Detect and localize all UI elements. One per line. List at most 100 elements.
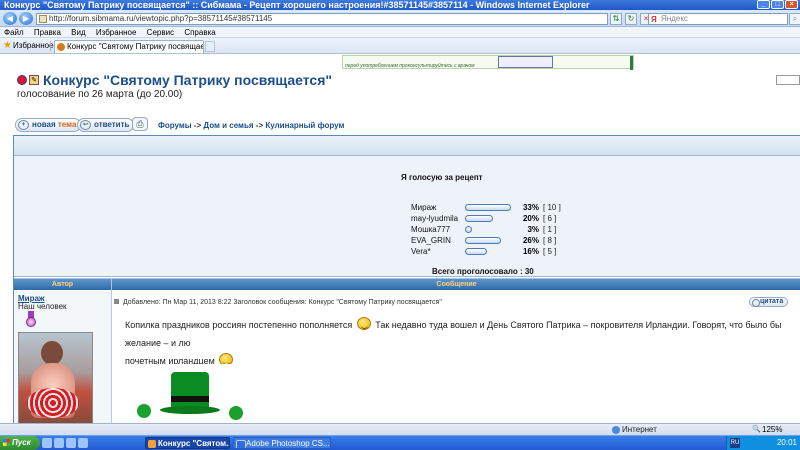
poll-option-name: Vera* <box>411 247 431 256</box>
address-input[interactable]: http://forum.sibmama.ru/viewtopic.php?p=… <box>36 13 608 25</box>
menu-file[interactable]: Файл <box>4 28 24 37</box>
post-link-icon[interactable] <box>114 299 119 304</box>
refresh-icon[interactable]: ↻ <box>625 13 637 25</box>
poll-bar <box>465 226 472 233</box>
clock: 20:01 <box>776 438 797 447</box>
poll-option-name: Мошка777 <box>411 225 451 234</box>
topic-frame: Я голосую за рецепт Мираж 33% [ 10 ] may-ly… <box>13 135 800 423</box>
post-message-cell: Добавлено: Пн Мар 11, 2013 8:22 Заголово… <box>112 291 800 423</box>
ie-icon[interactable] <box>42 438 52 448</box>
poll-question: Я голосую за рецепт <box>401 173 483 182</box>
side-widget[interactable] <box>776 75 800 85</box>
browser-tab[interactable]: Конкурс "Святому Патрику посвящается" :.… <box>54 40 204 53</box>
new-topic-button[interactable]: + новая тема <box>15 118 82 132</box>
menu-favorites[interactable]: Избранное <box>96 28 137 37</box>
close-button[interactable]: × <box>785 0 798 9</box>
reply-icon: ↩ <box>80 120 91 130</box>
ad-banner[interactable]: перед употреблением проконсультируйтесь … <box>342 55 634 70</box>
poll-percent: 16% <box>522 247 539 256</box>
topic-edit-icon: ✎ <box>29 75 39 85</box>
folder-icon[interactable] <box>66 438 76 448</box>
page-content: перед употреблением проконсультируйтесь … <box>0 55 800 423</box>
page-title[interactable]: Конкурс "Святому Патрику посвящается" <box>43 72 332 88</box>
start-button[interactable]: Пуск <box>0 436 40 450</box>
poll-vote-count: [ 8 ] <box>543 236 557 245</box>
status-bar: Интернет 125% <box>0 423 800 436</box>
breadcrumb-home-family[interactable]: Дом и семья <box>203 121 253 130</box>
avatar <box>18 332 93 423</box>
menu-bar: Файл Правка Вид Избранное Сервис Справка <box>0 27 800 38</box>
back-button[interactable]: ◀ <box>3 12 17 25</box>
post-meta: Добавлено: Пн Мар 11, 2013 8:22 Заголово… <box>114 299 442 306</box>
page-icon <box>39 15 47 23</box>
new-tab-button[interactable] <box>205 41 215 52</box>
language-indicator[interactable]: RU <box>730 438 740 448</box>
address-tools: ⇅ ↻ × <box>610 13 652 25</box>
message-column-header: Сообщение <box>436 281 477 288</box>
address-toolbar: ◀ ▶ http://forum.sibmama.ru/viewtopic.ph… <box>0 10 800 27</box>
forward-button[interactable]: ▶ <box>19 12 33 25</box>
window-title-bar: Конкурс "Святому Патрику посвящается" ::… <box>0 0 800 10</box>
banner-text: перед употреблением проконсультируйтесь … <box>345 63 475 69</box>
new-topic-accent: тема <box>57 120 77 129</box>
search-input[interactable]: Я Яндекс ⌕ <box>648 13 800 25</box>
frame-header <box>14 136 800 156</box>
task-photoshop[interactable]: Adobe Photoshop CS... <box>233 437 331 449</box>
post-meta-text: Добавлено: Пн Мар 11, 2013 8:22 Заголово… <box>122 299 442 306</box>
menu-help[interactable]: Справка <box>184 28 215 37</box>
post-body: Копилка праздников россиян постепенно по… <box>125 316 800 370</box>
site-favicon-icon <box>57 43 65 51</box>
poll-option-name: EVA_GRIN <box>411 236 451 245</box>
menu-tools[interactable]: Сервис <box>147 28 174 37</box>
minimize-button[interactable]: _ <box>757 0 770 9</box>
maximize-button[interactable]: □ <box>771 0 784 9</box>
system-tray: RU 20:01 <box>726 436 800 450</box>
medal-icon <box>26 311 36 327</box>
reply-label: ответить <box>94 120 130 129</box>
poll-vote-count: [ 10 ] <box>543 203 561 212</box>
print-icon[interactable]: ⎙ <box>132 117 148 131</box>
poll-percent: 33% <box>522 203 539 212</box>
poll-bar <box>465 204 511 211</box>
poll-percent: 26% <box>522 236 539 245</box>
new-topic-label: новая <box>32 120 56 129</box>
reply-button[interactable]: ↩ ответить <box>77 118 135 132</box>
new-topic-icon: + <box>18 120 29 130</box>
breadcrumb-cooking[interactable]: Кулинарный форум <box>265 121 344 130</box>
favorites-star-icon[interactable]: ★ <box>3 38 12 54</box>
explorer-icon[interactable] <box>78 438 88 448</box>
poll-bar <box>465 248 487 255</box>
poll-bar <box>465 237 501 244</box>
breadcrumb-forums[interactable]: Форумы <box>158 121 192 130</box>
search-icon[interactable]: ⌕ <box>789 13 800 25</box>
poll-percent: 20% <box>522 214 539 223</box>
smiley-icon <box>356 317 371 330</box>
menu-edit[interactable]: Правка <box>34 28 61 37</box>
search-placeholder: Яндекс <box>661 14 688 23</box>
post-author-cell: Мираж Наш человек <box>14 291 112 423</box>
task-ie[interactable]: Конкурс "Святом... <box>145 437 230 449</box>
favorites-bar: ★ Избранное Конкурс "Святому Патрику пос… <box>0 38 800 54</box>
poll-vote-count: [ 1 ] <box>543 225 557 234</box>
poll-vote-count: [ 6 ] <box>543 214 557 223</box>
banner-product-image <box>498 56 553 68</box>
quote-button[interactable]: цитата <box>749 297 788 307</box>
favorites-button[interactable]: Избранное <box>13 38 54 54</box>
yandex-icon: Я <box>651 15 657 24</box>
post-table-header: Автор Сообщение <box>14 278 800 291</box>
poll-percent: 3% <box>527 225 539 234</box>
topic-status-icon <box>17 75 27 85</box>
breadcrumb-separator: -> <box>255 121 264 130</box>
menu-view[interactable]: Вид <box>71 28 85 37</box>
poll-option-name: may-lyudmila <box>411 214 459 223</box>
media-icon[interactable] <box>54 438 64 448</box>
poll-option-name: Мираж <box>411 203 437 212</box>
window-controls: _ □ × <box>757 0 798 9</box>
poll: Я голосую за рецепт Мираж 33% [ 10 ] may-ly… <box>14 156 800 277</box>
window-title: Конкурс "Святому Патрику посвящается" ::… <box>4 0 590 10</box>
topic-icons: ✎ <box>17 75 39 85</box>
author-column-header: Автор <box>14 279 112 291</box>
post-text-1: Копилка праздников россиян постепенно по… <box>125 320 353 330</box>
compat-view-icon[interactable]: ⇅ <box>610 13 622 25</box>
banner-edge <box>630 56 633 70</box>
